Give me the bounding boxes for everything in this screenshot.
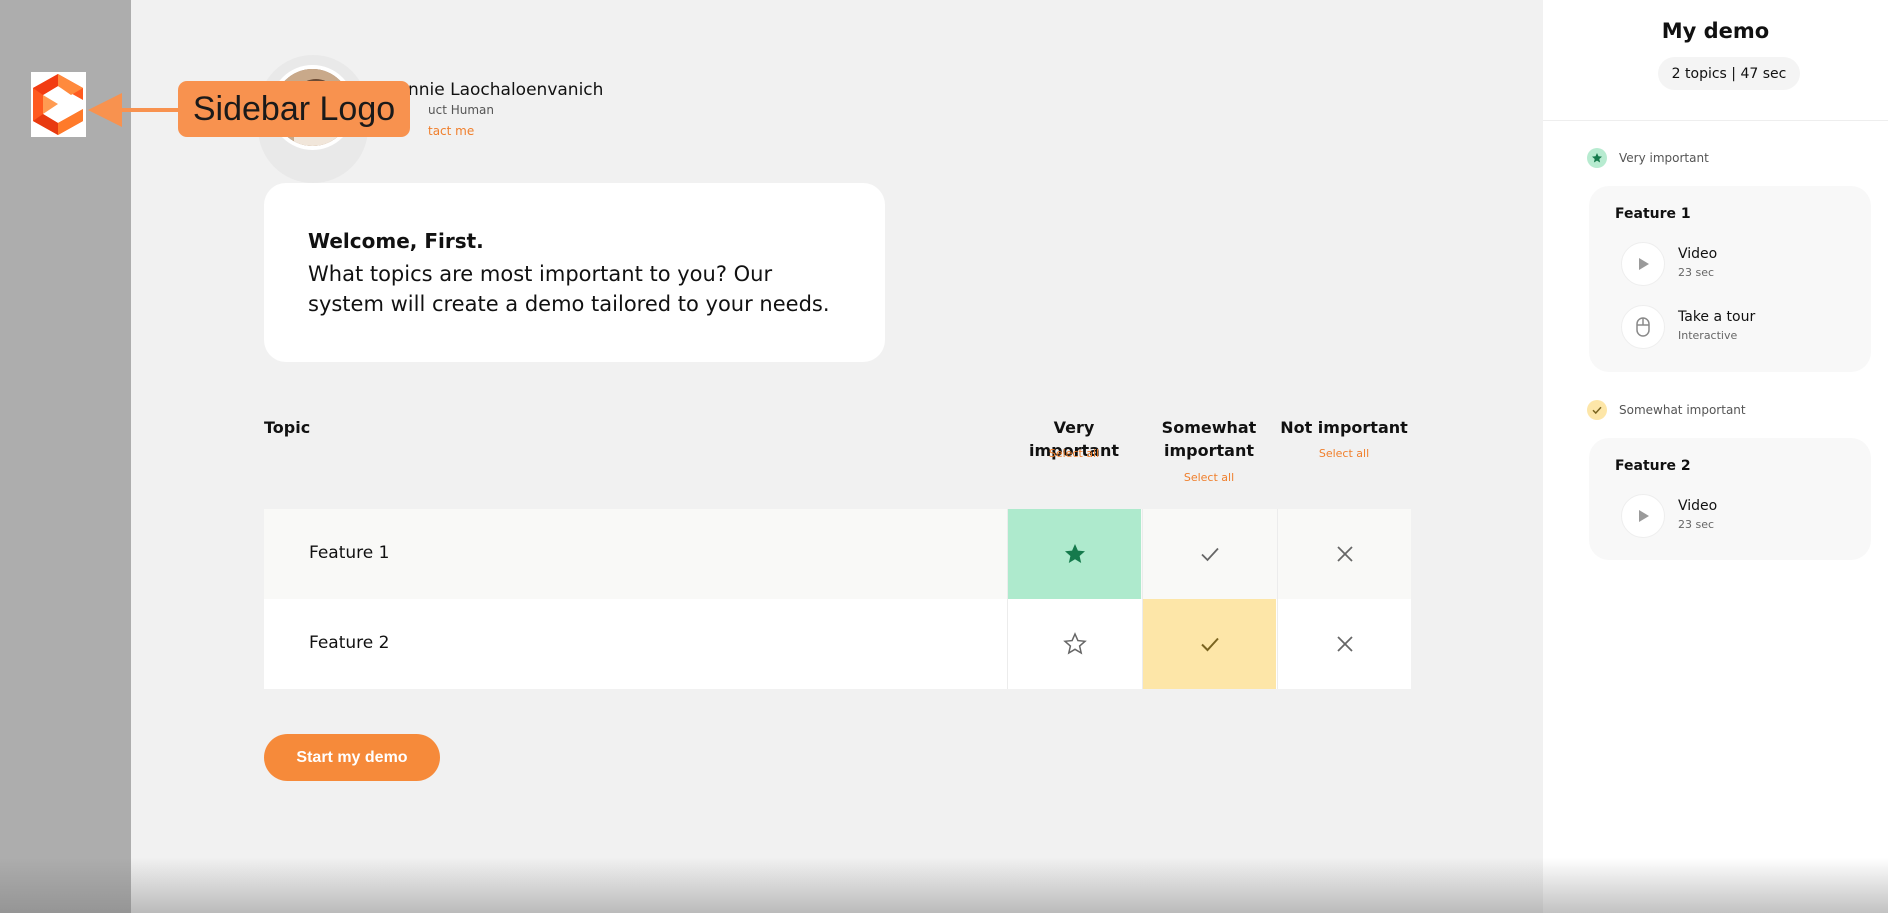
select-all-very-important[interactable]: Select all — [1007, 447, 1141, 460]
col-header-topic: Topic — [264, 418, 311, 437]
feature-card: Feature 2 Video 23 sec — [1589, 438, 1871, 560]
welcome-message: What topics are most important to you? O… — [308, 262, 830, 316]
demo-item-video[interactable]: Video 23 sec — [1621, 242, 1861, 288]
panel-title: My demo — [1661, 19, 1770, 43]
check-icon — [1200, 637, 1219, 652]
item-title: Take a tour — [1678, 309, 1756, 325]
star-outline-icon — [1062, 632, 1087, 655]
item-subtitle: 23 sec — [1678, 266, 1715, 279]
host-name: nnie Laochaloenvanich — [408, 80, 604, 100]
welcome-card: Welcome, First. What topics are most imp… — [264, 183, 885, 362]
mouse-icon — [1621, 305, 1665, 349]
my-demo-panel: My demo 2 topics | 47 sec Very important… — [1543, 0, 1888, 913]
callout-arrow-icon — [88, 93, 122, 127]
somewhat-important-cell[interactable] — [1142, 599, 1276, 689]
col-header-not-important: Not important — [1280, 418, 1408, 437]
close-icon — [1336, 546, 1353, 562]
row-label: Feature 1 — [309, 543, 390, 563]
check-icon — [1592, 406, 1602, 415]
row-label: Feature 2 — [309, 633, 390, 653]
logo-icon — [33, 74, 83, 135]
demo-summary-badge: 2 topics | 47 sec — [1658, 57, 1800, 90]
start-demo-button[interactable]: Start my demo — [264, 734, 440, 781]
sidebar-logo[interactable] — [31, 72, 86, 137]
feature-title: Feature 2 — [1615, 458, 1691, 474]
sidebar — [0, 0, 131, 913]
feature-title: Feature 1 — [1615, 206, 1691, 222]
host-role: uct Human — [428, 103, 494, 117]
item-title: Video — [1678, 246, 1718, 262]
group-label-somewhat-important: Somewhat important — [1619, 403, 1746, 417]
very-important-cell[interactable] — [1007, 509, 1141, 599]
play-icon — [1621, 242, 1665, 286]
welcome-heading: Welcome, First. — [308, 229, 484, 253]
feature-card: Feature 1 Video 23 sec Take a tour Inter… — [1589, 186, 1871, 372]
annotation-callout: Sidebar Logo — [178, 81, 410, 137]
table-row: Feature 2 — [264, 599, 1411, 689]
not-important-cell[interactable] — [1277, 509, 1411, 599]
col-header-somewhat-line2: important — [1164, 441, 1254, 460]
demo-item-video[interactable]: Video 23 sec — [1621, 494, 1861, 540]
callout-arrow-line — [118, 108, 180, 112]
group-label-very-important: Very important — [1619, 151, 1709, 165]
demo-item-tour[interactable]: Take a tour Interactive — [1621, 305, 1861, 351]
close-icon — [1336, 636, 1353, 652]
select-all-not-important[interactable]: Select all — [1277, 447, 1411, 460]
item-subtitle: 23 sec — [1678, 518, 1715, 531]
play-icon — [1621, 494, 1665, 538]
col-header-somewhat-line1: Somewhat — [1161, 418, 1257, 437]
somewhat-important-dot — [1587, 400, 1607, 420]
check-icon — [1200, 547, 1219, 562]
item-title: Video — [1678, 498, 1718, 514]
not-important-cell[interactable] — [1277, 599, 1411, 689]
somewhat-important-cell[interactable] — [1142, 509, 1276, 599]
star-icon — [1592, 153, 1602, 163]
select-all-somewhat-important[interactable]: Select all — [1142, 471, 1276, 484]
item-subtitle: Interactive — [1678, 329, 1738, 342]
very-important-dot — [1587, 148, 1607, 168]
col-header-somewhat-important: Somewhat important — [1142, 416, 1276, 462]
very-important-cell[interactable] — [1007, 599, 1141, 689]
star-filled-icon — [1064, 544, 1085, 563]
contact-link[interactable]: tact me — [428, 124, 474, 138]
table-row: Feature 1 — [264, 509, 1411, 599]
panel-divider — [1543, 120, 1888, 121]
